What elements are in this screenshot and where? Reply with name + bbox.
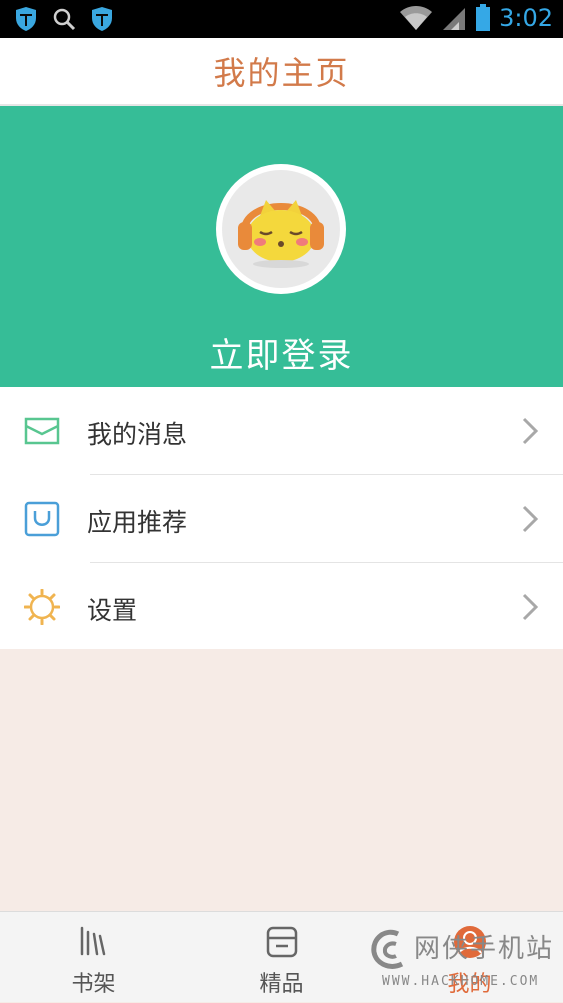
status-bar-left [14,6,114,32]
sun-gear-icon [24,589,60,625]
menu-list: 我的消息 应用推荐 设置 [0,387,563,649]
avatar[interactable] [216,164,346,294]
page-title: 我的主页 [213,54,350,92]
menu-item-app-recommend[interactable]: 应用推荐 [0,475,563,562]
cat-headphones-icon [238,200,324,268]
signal-icon [443,8,466,30]
menu-item-label: 应用推荐 [87,508,188,537]
menu-item-messages[interactable]: 我的消息 [0,387,563,474]
status-bar-right: 3:02 [399,4,553,32]
tab-mine[interactable]: 我的 [376,912,563,1003]
login-button[interactable]: 立即登录 [0,328,563,377]
menu-item-label: 设置 [87,596,138,625]
menu-item-settings[interactable]: 设置 [0,563,563,650]
status-bar: 3:02 [0,0,563,38]
status-time: 3:02 [499,4,553,32]
profile-hero: 立即登录 [0,106,563,387]
tab-featured[interactable]: 精品 [188,912,375,1003]
battery-icon [476,4,491,31]
shopping-bag-icon [24,501,60,537]
bookshelf-icon [80,926,105,956]
tab-label: 书架 [71,972,116,997]
avatar-image [222,170,340,288]
bottom-tab-bar: 书架 精品 我的 [0,911,563,1002]
chevron-right-icon [522,505,539,533]
title-bar: 我的主页 [0,38,563,106]
search-icon [53,8,76,31]
profile-icon [453,926,486,958]
tab-bookshelf[interactable]: 书架 [0,912,187,1003]
tab-label: 我的 [447,972,492,997]
shield-icon [92,7,112,31]
content-background [0,649,563,911]
wifi-icon [400,6,433,30]
store-icon [266,926,297,958]
envelope-icon [24,417,60,445]
shield-icon [16,7,36,31]
chevron-right-icon [522,417,539,445]
tab-label: 精品 [259,972,304,997]
chevron-right-icon [522,593,539,621]
menu-item-label: 我的消息 [87,420,188,449]
